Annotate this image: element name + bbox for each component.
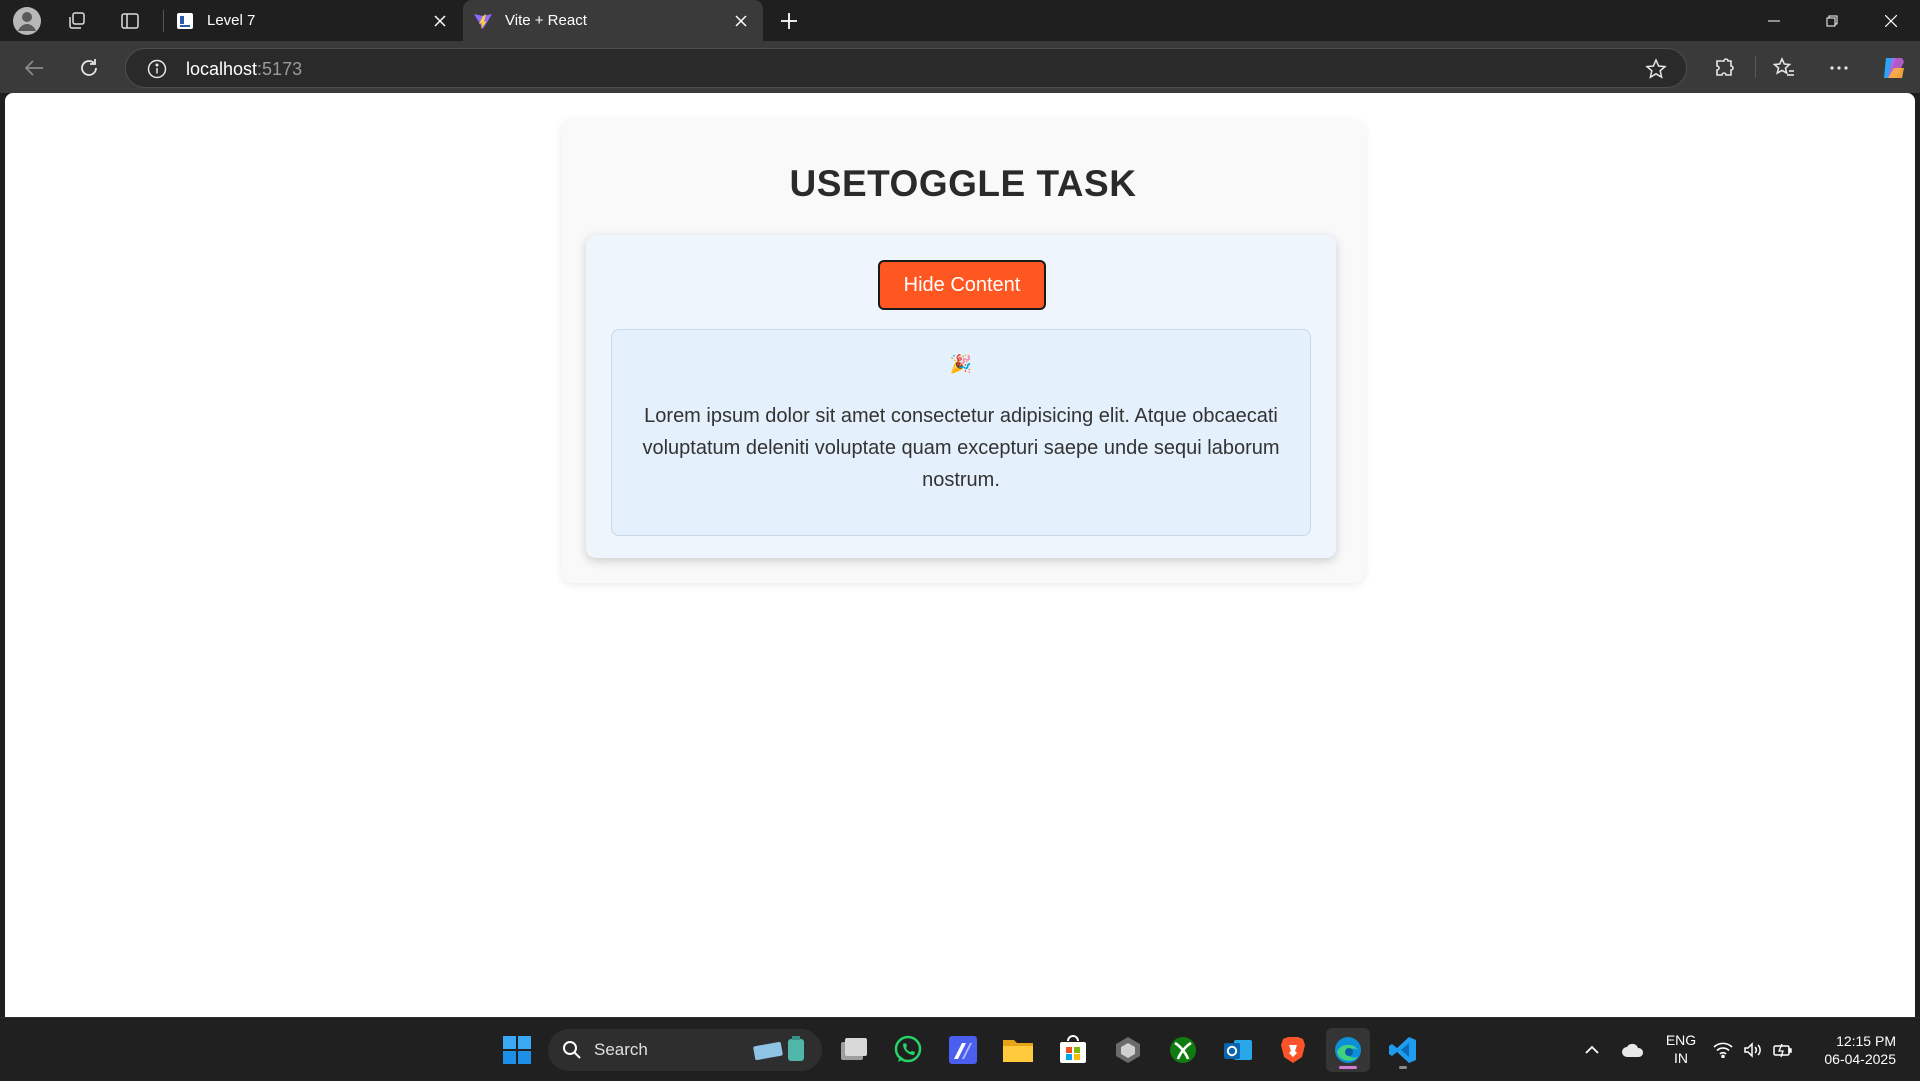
url-port: :5173 — [257, 59, 303, 79]
search-icon — [562, 1040, 582, 1060]
address-bar[interactable]: localhost:5173 — [125, 48, 1687, 88]
copilot-icon[interactable] — [1876, 50, 1912, 86]
workspaces-icon[interactable] — [60, 4, 94, 38]
favorites-icon[interactable] — [1766, 50, 1802, 86]
party-popper-icon: 🎉 — [949, 354, 973, 374]
whatsapp-icon[interactable] — [886, 1028, 930, 1072]
add-favorite-star-icon[interactable] — [1644, 57, 1668, 81]
language-indicator[interactable]: ENG IN — [1660, 1031, 1702, 1067]
start-icon[interactable] — [495, 1028, 539, 1072]
unity-icon[interactable] — [1106, 1028, 1150, 1072]
extensions-icon[interactable] — [1706, 50, 1742, 86]
tab-level-7[interactable]: Level 7 — [165, 0, 462, 41]
url-host: localhost — [186, 59, 258, 79]
file-explorer-icon[interactable] — [996, 1028, 1040, 1072]
outlook-icon[interactable] — [1216, 1028, 1260, 1072]
back-arrow-icon[interactable] — [16, 50, 52, 86]
system-clock[interactable]: 12:15 PM 06-04-2025 — [1824, 1032, 1896, 1068]
language-code: ENG — [1665, 1032, 1697, 1048]
editor-icon[interactable] — [941, 1028, 985, 1072]
app-container: USETOGGLE TASK Hide Content 🎉 Lorem ipsu… — [561, 119, 1365, 583]
content-paragraph: Lorem ipsum dolor sit amet consectetur a… — [642, 405, 1280, 491]
clock-date: 06-04-2025 — [1824, 1051, 1896, 1067]
profile-avatar-icon[interactable] — [10, 4, 44, 38]
toggle-content-panel: 🎉 Lorem ipsum dolor sit amet consectetur… — [611, 329, 1311, 536]
minimize-icon[interactable] — [1745, 0, 1803, 41]
toggle-card: Hide Content 🎉 Lorem ipsum dolor sit ame… — [586, 235, 1336, 558]
search-highlight-icon — [753, 1036, 804, 1061]
volume-icon[interactable] — [1736, 1028, 1770, 1072]
running-app-indicator — [1399, 1066, 1407, 1069]
page-title: USETOGGLE TASK — [789, 163, 1137, 204]
edge-icon[interactable] — [1326, 1028, 1370, 1072]
wifi-icon[interactable] — [1706, 1028, 1740, 1072]
restore-icon[interactable] — [1803, 0, 1861, 41]
vertical-tabs-icon[interactable] — [113, 4, 147, 38]
more-options-icon[interactable] — [1821, 50, 1857, 86]
tab-separator — [163, 10, 164, 32]
region-code: IN — [1674, 1050, 1688, 1066]
xbox-icon[interactable] — [1161, 1028, 1205, 1072]
new-tab-icon[interactable] — [772, 4, 806, 38]
windows-taskbar: Search ENG IN 12:15 PM 06-04-2025 — [0, 1017, 1920, 1081]
close-window-icon[interactable] — [1862, 0, 1920, 41]
url-text: localhost:5173 — [186, 59, 302, 80]
taskbar-search-box[interactable]: Search — [548, 1029, 822, 1071]
tab-title: Vite + React — [505, 12, 587, 29]
search-label: Search — [594, 1040, 648, 1059]
refresh-icon[interactable] — [71, 50, 107, 86]
close-tab-icon[interactable] — [727, 7, 755, 35]
tab-vite-react[interactable]: Vite + React — [463, 0, 763, 41]
vite-icon — [473, 11, 493, 31]
brave-icon[interactable] — [1271, 1028, 1315, 1072]
document-icon — [175, 11, 195, 31]
toolbar-separator — [1755, 56, 1756, 78]
chevron-up-icon[interactable] — [1570, 1028, 1614, 1072]
vscode-icon[interactable] — [1381, 1028, 1425, 1072]
clock-time: 12:15 PM — [1836, 1033, 1896, 1049]
site-info-icon[interactable] — [146, 58, 168, 80]
page-viewport: USETOGGLE TASK Hide Content 🎉 Lorem ipsu… — [5, 93, 1915, 1017]
store-icon[interactable] — [1051, 1028, 1095, 1072]
hide-content-button[interactable]: Hide Content — [878, 260, 1046, 310]
close-tab-icon[interactable] — [426, 7, 454, 35]
active-app-indicator — [1339, 1066, 1357, 1069]
task-view-icon[interactable] — [832, 1028, 876, 1072]
onedrive-cloud-icon[interactable] — [1611, 1028, 1655, 1072]
tab-title: Level 7 — [207, 12, 256, 29]
battery-icon[interactable] — [1766, 1028, 1800, 1072]
browser-tab-bar: Level 7 Vite + React — [0, 0, 1920, 41]
